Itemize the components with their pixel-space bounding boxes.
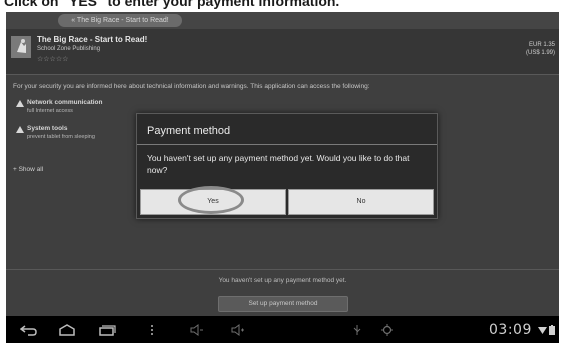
dialog-message: You haven't set up any payment method ye… (147, 153, 410, 175)
instruction-caption: Click on "YES" to enter your payment inf… (4, 0, 340, 9)
app-publisher: School Zone Publishing (37, 46, 101, 52)
dialog-title: Payment method (147, 125, 231, 137)
no-button[interactable]: No (288, 189, 434, 215)
price-eur: EUR 1.35 (528, 42, 555, 48)
yes-button[interactable]: Yes (140, 186, 286, 215)
app-title: The Big Race - Start to Read! (37, 35, 148, 44)
system-navigation-bar: 03:09 (6, 316, 559, 343)
app-icon (11, 36, 31, 58)
recent-apps-icon[interactable] (98, 324, 116, 336)
top-bar: « The Big Race - Start to Read! (6, 12, 559, 29)
warning-icon (16, 126, 24, 133)
no-payment-text: You haven't set up any payment method ye… (218, 277, 347, 284)
wifi-icon (538, 327, 547, 334)
volume-down-icon[interactable] (190, 324, 204, 336)
highlight-circle (178, 186, 244, 214)
rating-stars: ☆☆☆☆☆ (37, 56, 69, 63)
divider (6, 269, 559, 270)
price-usd: (US$ 1.99) (525, 50, 555, 56)
permission-title: Network communication (27, 99, 103, 106)
tablet-screen: « The Big Race - Start to Read! The Big … (6, 12, 559, 343)
home-icon[interactable] (58, 324, 76, 336)
app-header: The Big Race - Start to Read! School Zon… (6, 29, 559, 75)
status-clock: 03:09 (489, 322, 532, 338)
dialog-buttons: Yes No (140, 186, 434, 215)
volume-up-icon[interactable] (231, 324, 245, 336)
security-notice: For your security you are informed here … (13, 83, 370, 90)
back-to-app-button[interactable]: « The Big Race - Start to Read! (58, 14, 182, 27)
back-icon[interactable] (20, 324, 38, 336)
app-price: EUR 1.35 (US$ 1.99) (526, 41, 555, 57)
permission-description: full Internet access (27, 108, 73, 114)
usb-icon (353, 325, 361, 335)
warning-icon (16, 100, 24, 107)
battery-icon (549, 325, 555, 335)
show-all-link[interactable]: + Show all (13, 166, 43, 173)
permission-description: prevent tablet from sleeping (27, 134, 95, 140)
setup-payment-button[interactable]: Set up payment method (218, 296, 348, 312)
dialog-divider (137, 144, 437, 145)
payment-method-dialog: Payment method You haven't set up any pa… (136, 113, 438, 219)
permission-title: System tools (27, 125, 68, 132)
notification-icon (381, 324, 393, 336)
menu-icon[interactable] (149, 324, 155, 336)
